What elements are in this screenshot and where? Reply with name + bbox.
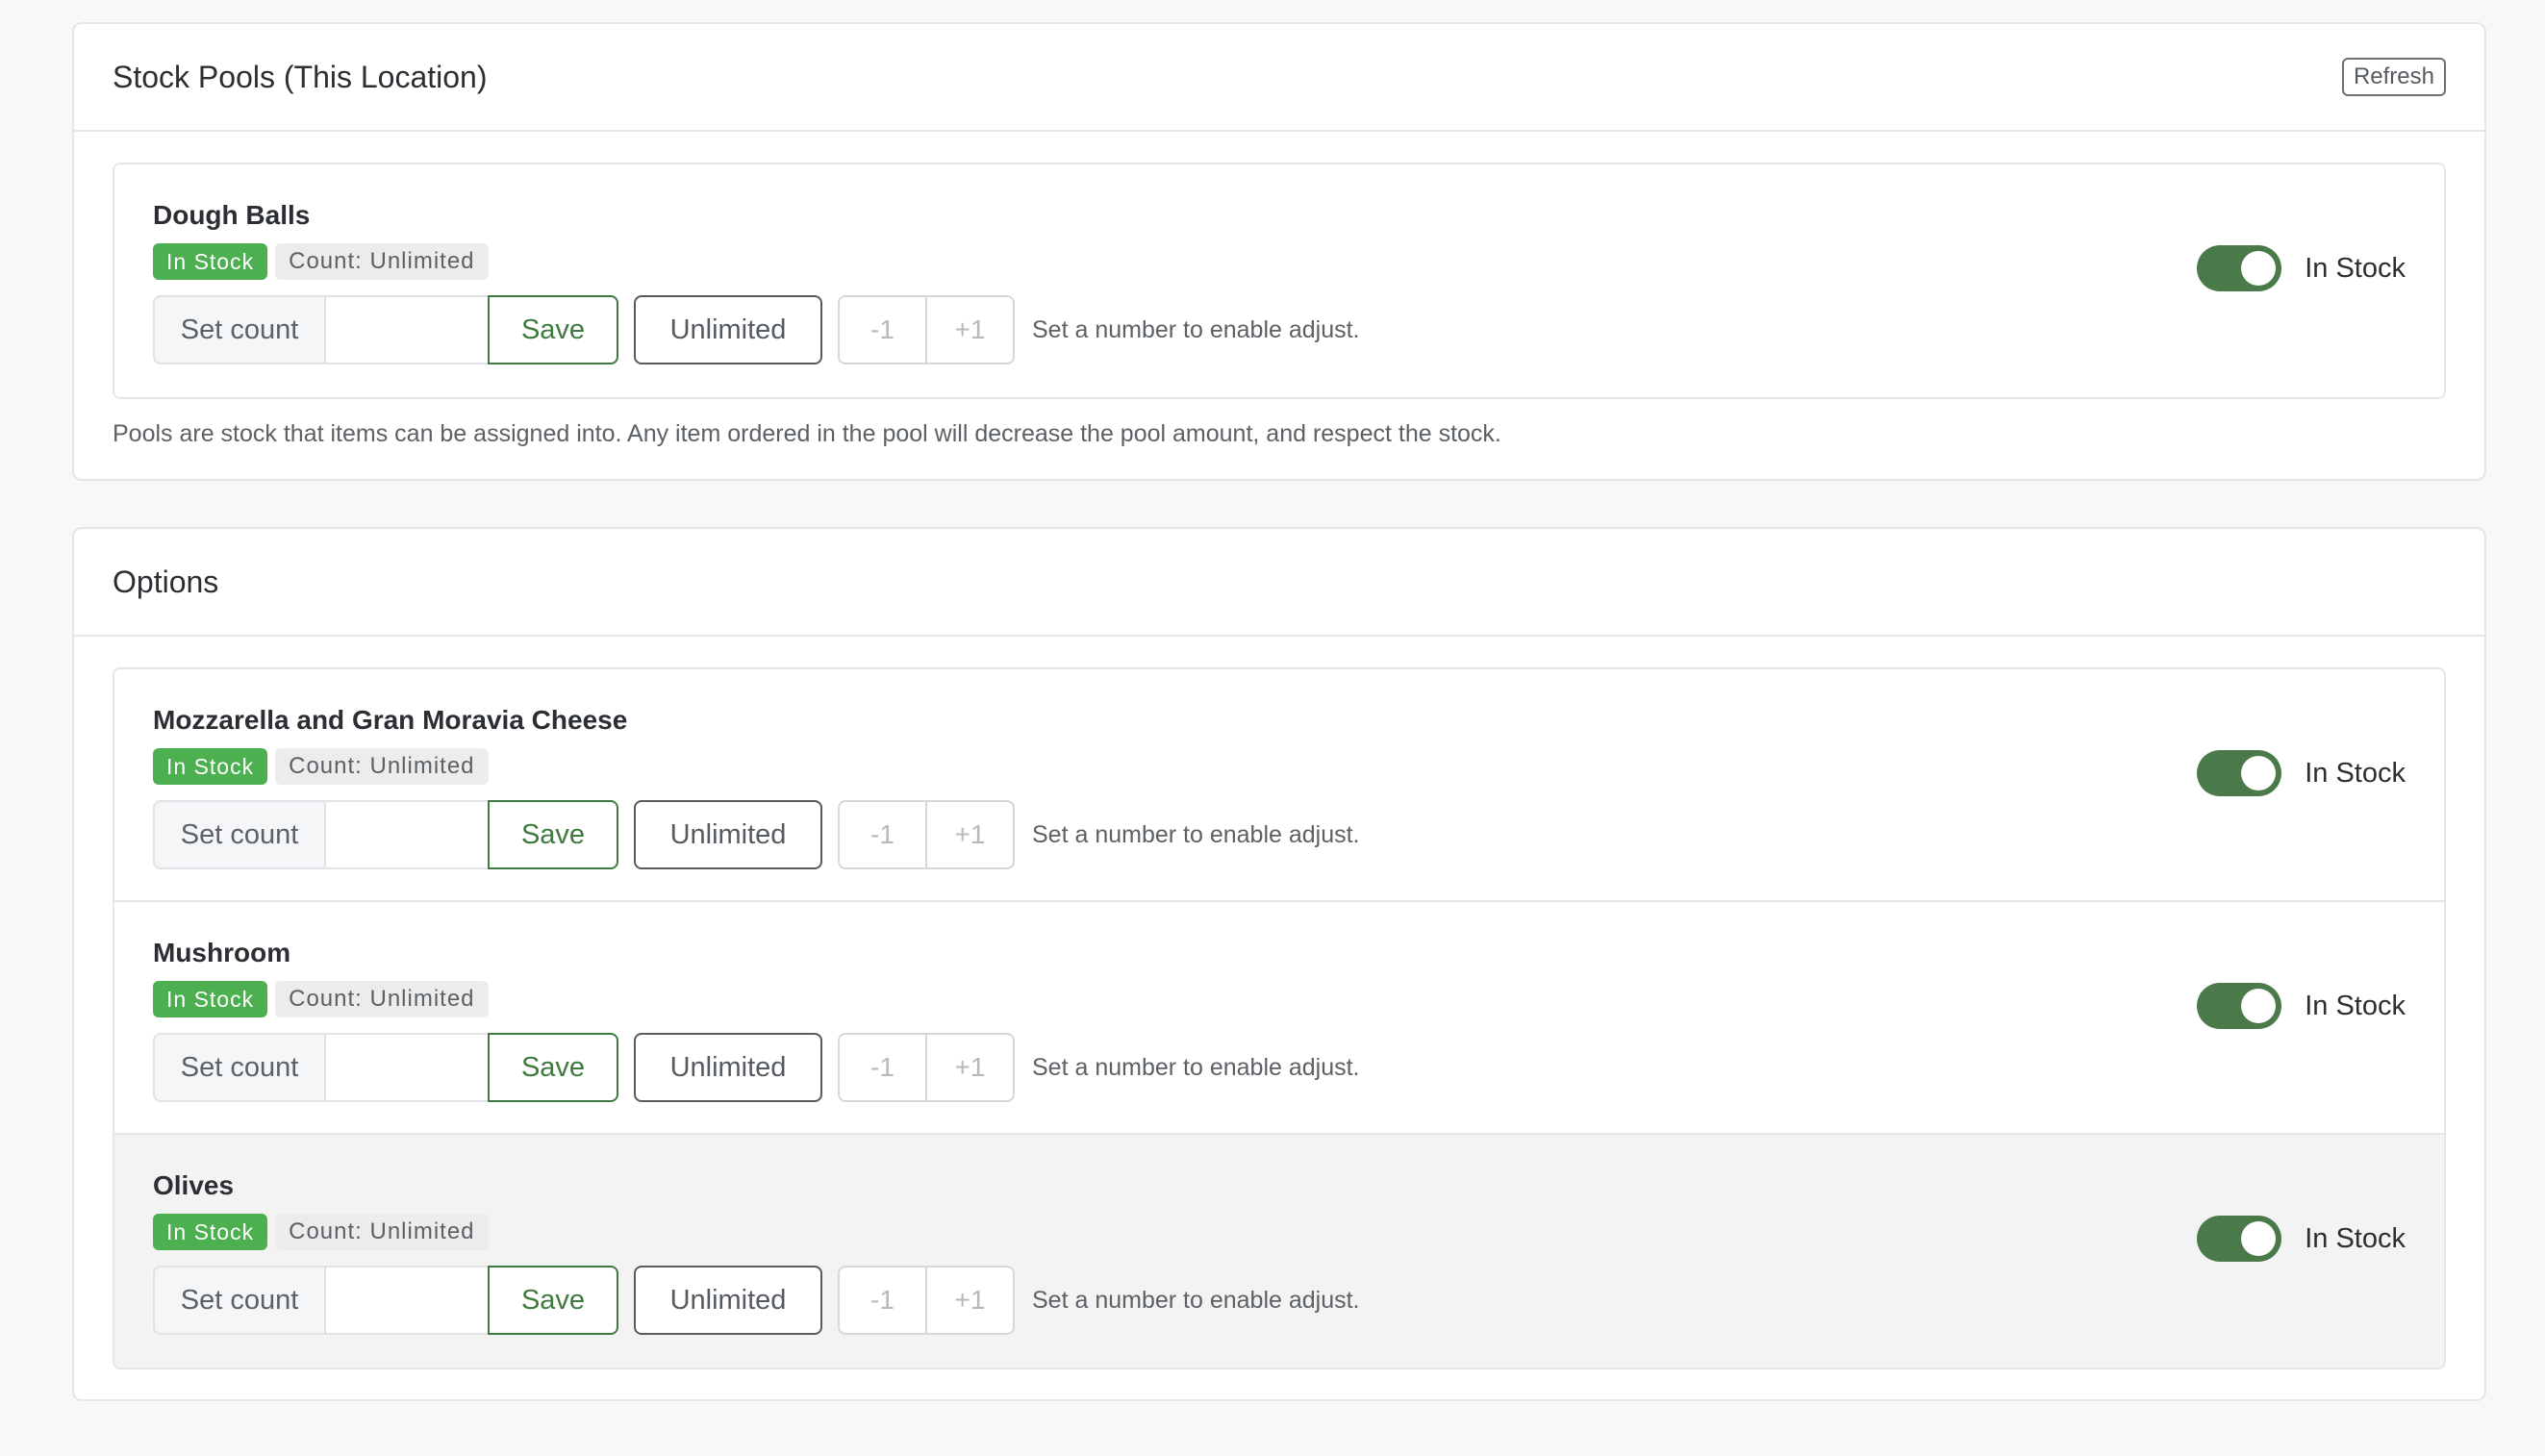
toggle-label: In Stock <box>2305 990 2406 1021</box>
stock-pool-list: Dough Balls In Stock Count: Unlimited Se… <box>113 163 2446 399</box>
toggle-knob <box>2241 756 2277 791</box>
increment-button[interactable]: +1 <box>926 1033 1015 1102</box>
decrement-button[interactable]: -1 <box>838 1266 926 1335</box>
toggle-knob <box>2241 251 2277 286</box>
save-button[interactable]: Save <box>488 1033 618 1102</box>
stock-toggle[interactable] <box>2197 750 2282 796</box>
count-badge: Count: Unlimited <box>275 748 489 785</box>
set-count-label: Set count <box>153 1033 324 1102</box>
status-badge: In Stock <box>153 243 268 280</box>
set-count-label: Set count <box>153 295 324 364</box>
unlimited-button[interactable]: Unlimited <box>634 1033 822 1102</box>
decrement-button[interactable]: -1 <box>838 295 926 364</box>
adjust-hint: Set a number to enable adjust. <box>1032 1286 1360 1314</box>
set-count-group: Set count Save <box>153 1266 618 1335</box>
adjust-group: -1 +1 <box>838 800 1015 869</box>
item-badges: In Stock Count: Unlimited <box>153 748 2406 785</box>
refresh-button[interactable]: Refresh <box>2341 58 2446 96</box>
status-badge: In Stock <box>153 748 268 785</box>
adjust-hint: Set a number to enable adjust. <box>1032 1053 1360 1081</box>
save-button[interactable]: Save <box>488 295 618 364</box>
count-badge: Count: Unlimited <box>275 1214 489 1250</box>
item-controls: Set count Save Unlimited -1 +1 Set a num… <box>153 800 2406 869</box>
item-badges: In Stock Count: Unlimited <box>153 981 2406 1017</box>
save-button[interactable]: Save <box>488 800 618 869</box>
options-list: Mozzarella and Gran Moravia Cheese In St… <box>113 667 2446 1369</box>
set-count-group: Set count Save <box>153 1033 618 1102</box>
toggle-knob <box>2241 1221 2277 1256</box>
options-body: Mozzarella and Gran Moravia Cheese In St… <box>74 637 2484 1369</box>
stock-pools-footnote: Pools are stock that items can be assign… <box>113 420 1501 447</box>
set-count-input[interactable] <box>324 1266 488 1335</box>
toggle-knob <box>2241 989 2277 1023</box>
set-count-input[interactable] <box>324 295 488 364</box>
toggle-label: In Stock <box>2305 252 2406 284</box>
stock-toggle[interactable] <box>2197 983 2282 1029</box>
options-header: Options <box>74 529 2484 637</box>
stock-toggle-group: In Stock <box>2197 1216 2406 1262</box>
unlimited-button[interactable]: Unlimited <box>634 800 822 869</box>
item-name: Mozzarella and Gran Moravia Cheese <box>153 705 628 735</box>
stock-pool-item: Dough Balls In Stock Count: Unlimited Se… <box>114 164 2444 397</box>
set-count-group: Set count Save <box>153 295 618 364</box>
set-count-label: Set count <box>153 800 324 869</box>
stock-toggle-group: In Stock <box>2197 245 2406 291</box>
unlimited-button[interactable]: Unlimited <box>634 1266 822 1335</box>
count-badge: Count: Unlimited <box>275 981 489 1017</box>
status-badge: In Stock <box>153 1214 268 1250</box>
item-badges: In Stock Count: Unlimited <box>153 1214 2406 1250</box>
stock-toggle[interactable] <box>2197 245 2282 291</box>
item-name: Olives <box>153 1170 235 1200</box>
item-controls: Set count Save Unlimited -1 +1 Set a num… <box>153 295 2406 364</box>
stock-pools-title: Stock Pools (This Location) <box>113 59 488 94</box>
increment-button[interactable]: +1 <box>926 1266 1015 1335</box>
count-badge: Count: Unlimited <box>275 243 489 280</box>
unlimited-button[interactable]: Unlimited <box>634 295 822 364</box>
decrement-button[interactable]: -1 <box>838 800 926 869</box>
options-card: Options Mozzarella and Gran Moravia Chee… <box>72 527 2486 1401</box>
stock-toggle[interactable] <box>2197 1216 2282 1262</box>
option-item: Olives In Stock Count: Unlimited Set cou… <box>114 1135 2444 1368</box>
option-item: Mozzarella and Gran Moravia Cheese In St… <box>114 669 2444 902</box>
set-count-input[interactable] <box>324 1033 488 1102</box>
adjust-group: -1 +1 <box>838 295 1015 364</box>
decrement-button[interactable]: -1 <box>838 1033 926 1102</box>
options-title: Options <box>113 564 219 599</box>
option-item: Mushroom In Stock Count: Unlimited Set c… <box>114 902 2444 1135</box>
adjust-hint: Set a number to enable adjust. <box>1032 820 1360 848</box>
item-name: Mushroom <box>153 938 291 967</box>
stock-pools-header: Stock Pools (This Location) Refresh <box>74 24 2484 132</box>
save-button[interactable]: Save <box>488 1266 618 1335</box>
item-name: Dough Balls <box>153 200 311 230</box>
set-count-input[interactable] <box>324 800 488 869</box>
stock-toggle-group: In Stock <box>2197 750 2406 796</box>
stock-toggle-group: In Stock <box>2197 983 2406 1029</box>
stock-pools-body: Dough Balls In Stock Count: Unlimited Se… <box>74 132 2484 449</box>
adjust-group: -1 +1 <box>838 1033 1015 1102</box>
increment-button[interactable]: +1 <box>926 295 1015 364</box>
item-controls: Set count Save Unlimited -1 +1 Set a num… <box>153 1033 2406 1102</box>
set-count-label: Set count <box>153 1266 324 1335</box>
stock-pools-card: Stock Pools (This Location) Refresh Doug… <box>72 22 2486 481</box>
toggle-label: In Stock <box>2305 1222 2406 1254</box>
adjust-group: -1 +1 <box>838 1266 1015 1335</box>
increment-button[interactable]: +1 <box>926 800 1015 869</box>
set-count-group: Set count Save <box>153 800 618 869</box>
toggle-label: In Stock <box>2305 757 2406 789</box>
item-controls: Set count Save Unlimited -1 +1 Set a num… <box>153 1266 2406 1335</box>
adjust-hint: Set a number to enable adjust. <box>1032 315 1360 343</box>
item-badges: In Stock Count: Unlimited <box>153 243 2406 280</box>
status-badge: In Stock <box>153 981 268 1017</box>
